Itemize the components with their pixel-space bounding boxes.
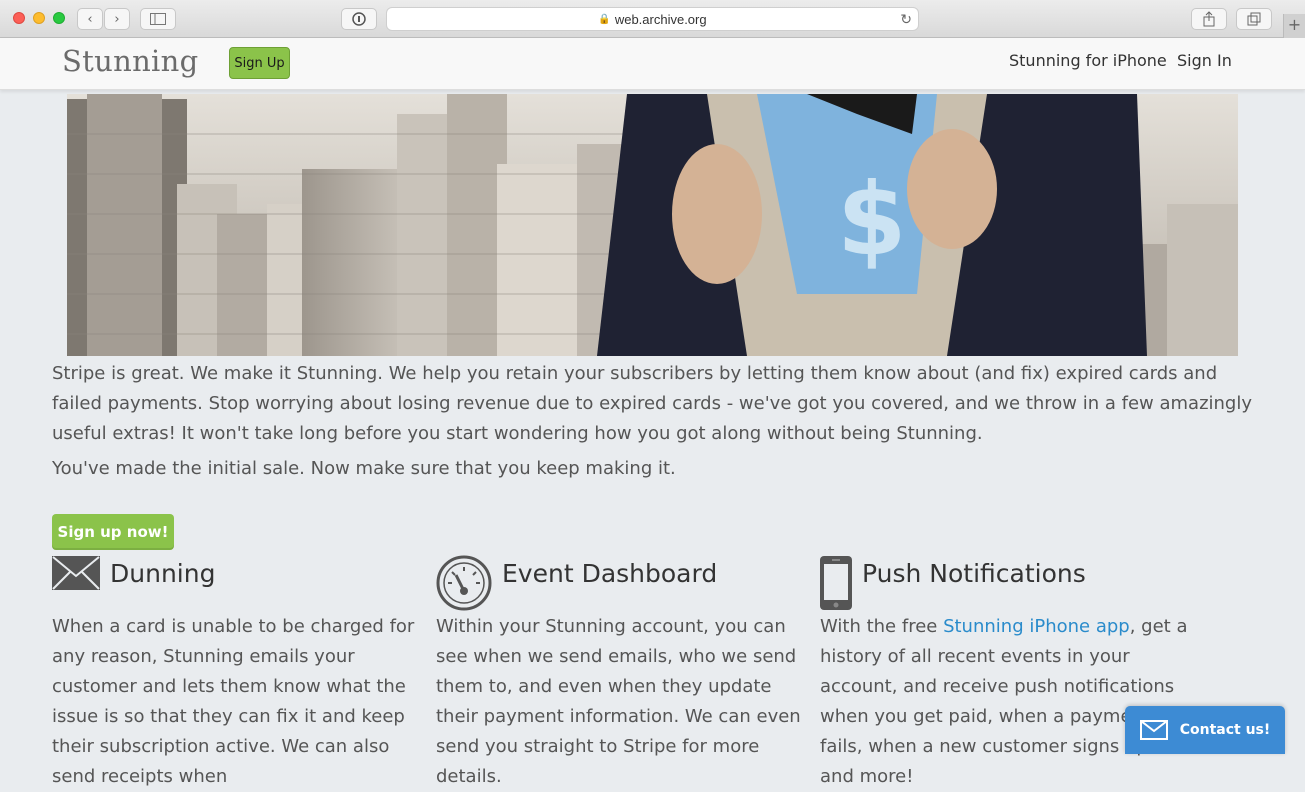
tabs-overview-button[interactable] (1236, 8, 1272, 30)
intro-paragraph: Stripe is great. We make it Stunning. We… (52, 363, 1253, 444)
info-icon (352, 12, 366, 26)
sidebar-toggle-button[interactable] (140, 8, 176, 30)
nav-link-stunning-iphone[interactable]: Stunning for iPhone (1009, 51, 1167, 70)
feature-title: Dunning (110, 559, 216, 588)
feature-body: Within your Stunning account, you can se… (436, 616, 801, 787)
minimize-window-button[interactable] (33, 12, 45, 24)
zoom-window-button[interactable] (53, 12, 65, 24)
nav-link-sign-in[interactable]: Sign In (1177, 51, 1232, 70)
sidebar-icon (150, 13, 166, 25)
feature-title: Push Notifications (862, 559, 1086, 588)
chevron-right-icon: › (114, 11, 120, 27)
browser-toolbar: ‹ › 🔒 web.archive.org ↻ + (0, 0, 1305, 38)
privacy-report-button[interactable] (341, 8, 377, 30)
site-logo[interactable]: Stunning (62, 44, 198, 78)
envelope-icon (52, 556, 100, 590)
new-tab-button[interactable]: + (1283, 14, 1305, 38)
feature-body: When a card is unable to be charged for … (52, 616, 415, 787)
url-text: web.archive.org (614, 11, 707, 27)
stunning-iphone-app-link[interactable]: Stunning iPhone app (943, 616, 1130, 637)
feature-body: With the free Stunning iPhone app, get a… (820, 612, 1192, 792)
tabs-icon (1247, 12, 1261, 26)
sign-up-now-button[interactable]: Sign up now! (52, 514, 174, 550)
contact-us-label: Contact us! (1179, 722, 1271, 738)
dollar-symbol: $ (837, 161, 907, 278)
envelope-icon (1139, 720, 1168, 740)
hero-illustration: $ (67, 94, 1238, 356)
feature-title: Event Dashboard (502, 559, 718, 588)
feature-body-text: With the free (820, 616, 944, 637)
lock-icon: 🔒 (598, 13, 611, 25)
share-icon (1203, 11, 1215, 27)
chevron-left-icon: ‹ (87, 11, 93, 27)
tagline: You've made the initial sale. Now make s… (52, 458, 676, 479)
close-window-button[interactable] (13, 12, 25, 24)
share-button[interactable] (1191, 8, 1227, 30)
contact-us-button[interactable]: Contact us! (1125, 706, 1285, 754)
phone-icon (820, 556, 852, 610)
address-bar[interactable]: 🔒 web.archive.org ↻ (386, 7, 919, 31)
hero-image: $ (67, 94, 1238, 356)
feature-body-text: , get a history of all recent events in … (820, 616, 1188, 787)
back-button[interactable]: ‹ (77, 8, 103, 30)
reload-icon[interactable]: ↻ (900, 11, 912, 28)
forward-button[interactable]: › (104, 8, 130, 30)
speedometer-icon (436, 555, 492, 611)
sign-up-button[interactable]: Sign Up (229, 47, 290, 79)
site-navbar: Stunning Sign Up Stunning for iPhone Sig… (0, 38, 1305, 90)
